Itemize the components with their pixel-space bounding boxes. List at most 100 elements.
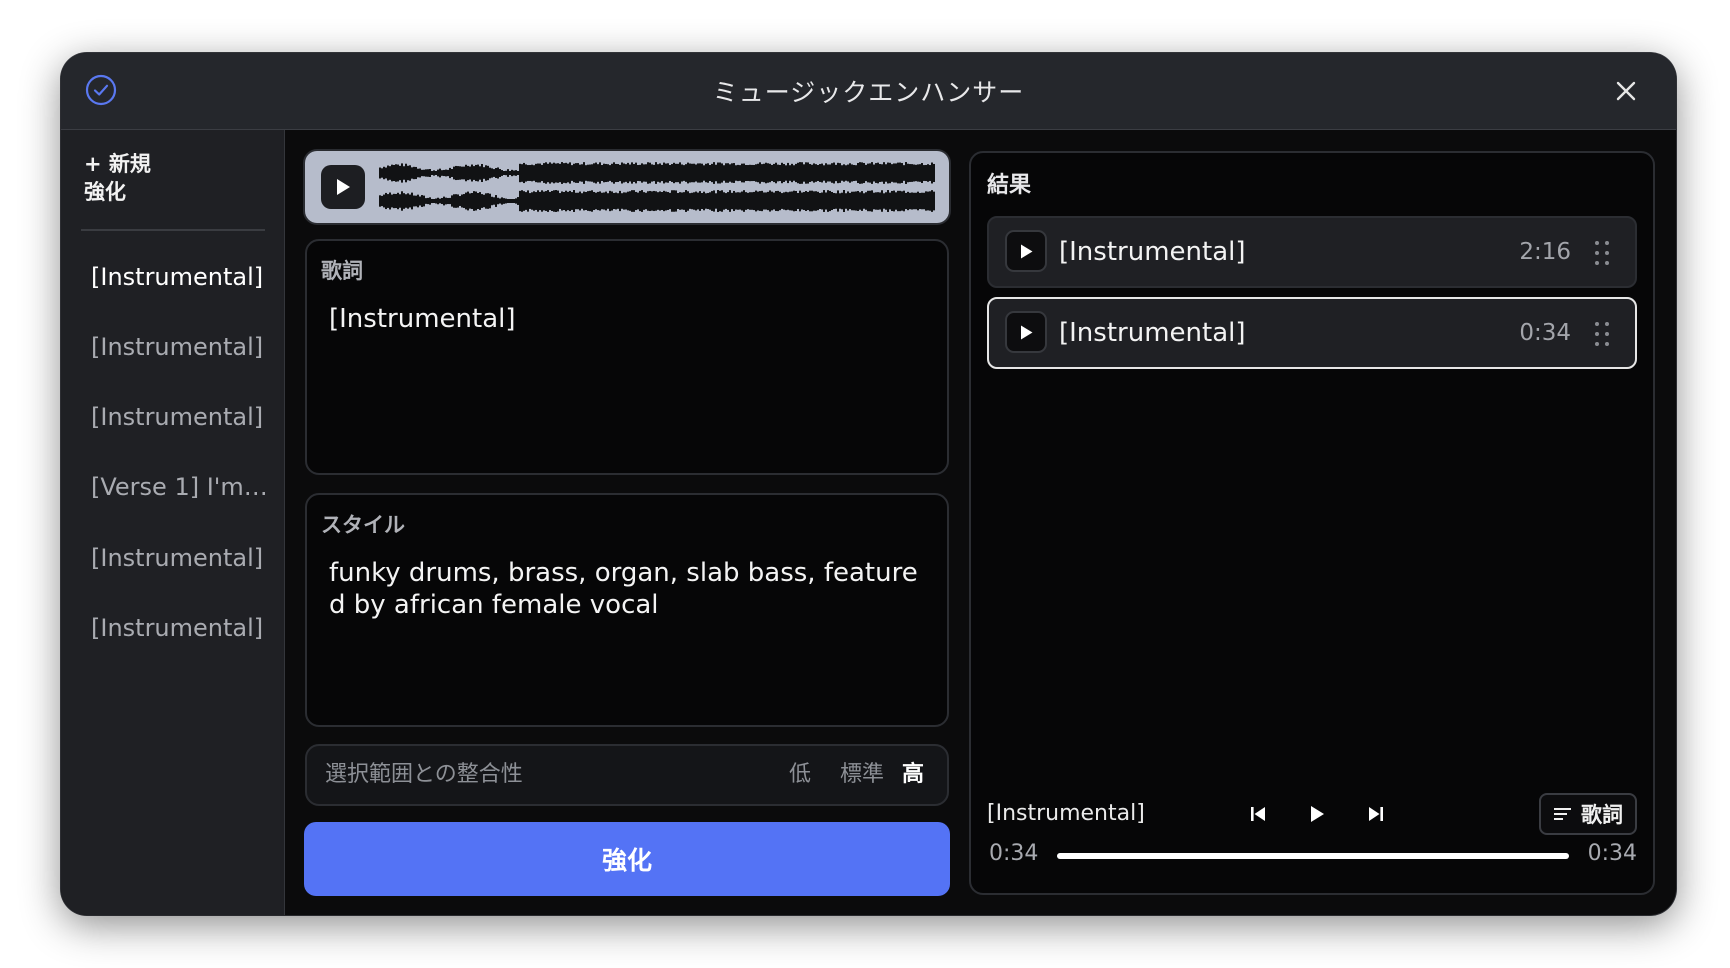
previous-button[interactable]	[1243, 799, 1273, 829]
waveform-bar	[757, 163, 759, 183]
waveform-bar	[415, 166, 417, 180]
sidebar-item[interactable]: [Verse 1] I'm…	[91, 467, 271, 507]
waveform-bar	[711, 163, 713, 183]
waveform-bar	[439, 198, 441, 204]
waveform-bar	[451, 195, 453, 207]
result-play-button[interactable]	[1005, 230, 1047, 272]
source-play-button[interactable]	[321, 165, 365, 209]
waveform-bar	[821, 192, 823, 210]
waveform-bar	[693, 192, 695, 210]
waveform-bar	[681, 192, 683, 210]
waveform-bar	[933, 191, 935, 211]
waveform-bar	[753, 191, 755, 211]
waveform-bar	[445, 169, 447, 177]
waveform-bar	[725, 163, 727, 183]
waveform-bar	[463, 194, 465, 208]
sidebar-item[interactable]: [Instrumental]	[91, 327, 271, 367]
waveform-bar	[745, 165, 747, 181]
waveform-bar	[575, 163, 577, 183]
waveform-bar	[455, 165, 457, 181]
waveform-bar	[851, 191, 853, 211]
waveform-bar	[875, 163, 877, 183]
waveform-bar	[687, 162, 689, 184]
sidebar-item[interactable]: [Instrumental]	[91, 397, 271, 437]
waveform-bar	[777, 164, 779, 182]
waveform-bar	[761, 190, 763, 212]
waveform-bar	[455, 194, 457, 208]
waveform-bar	[533, 191, 535, 211]
waveform-bar	[883, 193, 885, 209]
waveform-bar	[659, 163, 661, 183]
waveform-bar	[467, 191, 469, 211]
waveform[interactable]	[379, 159, 935, 215]
sidebar-item[interactable]: [Instrumental]	[91, 538, 271, 578]
waveform-bar	[385, 192, 387, 210]
waveform-bar	[577, 163, 579, 183]
waveform-bar	[611, 163, 613, 183]
waveform-bar	[461, 166, 463, 180]
waveform-bar	[879, 164, 881, 182]
waveform-bar	[759, 191, 761, 211]
waveform-bar	[783, 163, 785, 183]
lyrics-input[interactable]: [Instrumental]	[329, 303, 925, 335]
waveform-bar	[793, 165, 795, 181]
waveform-bar	[841, 165, 843, 181]
waveform-bar	[751, 164, 753, 182]
source-audio-player	[305, 151, 949, 223]
waveform-bar	[907, 163, 909, 183]
waveform-bar	[505, 170, 507, 176]
waveform-bar	[469, 166, 471, 180]
waveform-bar	[437, 169, 439, 177]
waveform-bar	[701, 163, 703, 183]
play-button[interactable]	[1302, 799, 1332, 829]
waveform-bar	[849, 192, 851, 210]
alignment-option-low[interactable]: 低	[789, 746, 811, 804]
waveform-bar	[393, 164, 395, 182]
drag-handle-icon[interactable]	[1593, 319, 1611, 349]
drag-handle-icon[interactable]	[1593, 238, 1611, 268]
waveform-bar	[589, 164, 591, 182]
enhance-button[interactable]: 強化	[304, 822, 950, 896]
waveform-bar	[533, 165, 535, 181]
waveform-bar	[933, 163, 935, 183]
waveform-bar	[557, 163, 559, 183]
waveform-bar	[441, 170, 443, 176]
style-input[interactable]: funky drums, brass, organ, slab bass, fe…	[329, 557, 925, 621]
waveform-bar	[433, 170, 435, 176]
waveform-bar	[871, 190, 873, 212]
sidebar-item[interactable]: [Instrumental]	[91, 257, 271, 297]
waveform-bar	[897, 162, 899, 184]
alignment-option-standard[interactable]: 標準	[840, 746, 884, 804]
waveform-bar	[789, 191, 791, 211]
waveform-bar	[493, 197, 495, 205]
waveform-bar	[743, 190, 745, 212]
waveform-bar	[413, 166, 415, 180]
waveform-bar	[915, 192, 917, 210]
lyrics-toggle-button[interactable]: 歌詞	[1539, 793, 1637, 835]
waveform-bar	[833, 162, 835, 184]
result-play-button[interactable]	[1005, 311, 1047, 353]
waveform-bar	[921, 163, 923, 183]
progress-bar[interactable]	[1057, 853, 1569, 859]
alignment-option-high[interactable]: 高	[902, 746, 924, 804]
waveform-bar	[551, 163, 553, 183]
new-enhance-button[interactable]: + 新規 強化	[84, 150, 184, 206]
next-button[interactable]	[1361, 799, 1391, 829]
waveform-bar	[755, 164, 757, 182]
waveform-bar	[529, 193, 531, 209]
result-item[interactable]: [Instrumental] 0:34	[987, 297, 1637, 369]
waveform-bar	[807, 162, 809, 184]
sidebar-item[interactable]: [Instrumental]	[91, 608, 271, 648]
waveform-bar	[553, 162, 555, 184]
result-duration: 2:16	[1519, 239, 1571, 265]
play-icon	[1020, 244, 1032, 258]
waveform-bar	[621, 193, 623, 209]
waveform-bar	[637, 165, 639, 181]
waveform-bar	[895, 163, 897, 183]
close-icon[interactable]	[1612, 77, 1640, 105]
waveform-bar	[583, 162, 585, 184]
waveform-bar	[593, 163, 595, 183]
waveform-bar	[657, 164, 659, 182]
result-item[interactable]: [Instrumental] 2:16	[987, 216, 1637, 288]
waveform-bar	[387, 194, 389, 208]
